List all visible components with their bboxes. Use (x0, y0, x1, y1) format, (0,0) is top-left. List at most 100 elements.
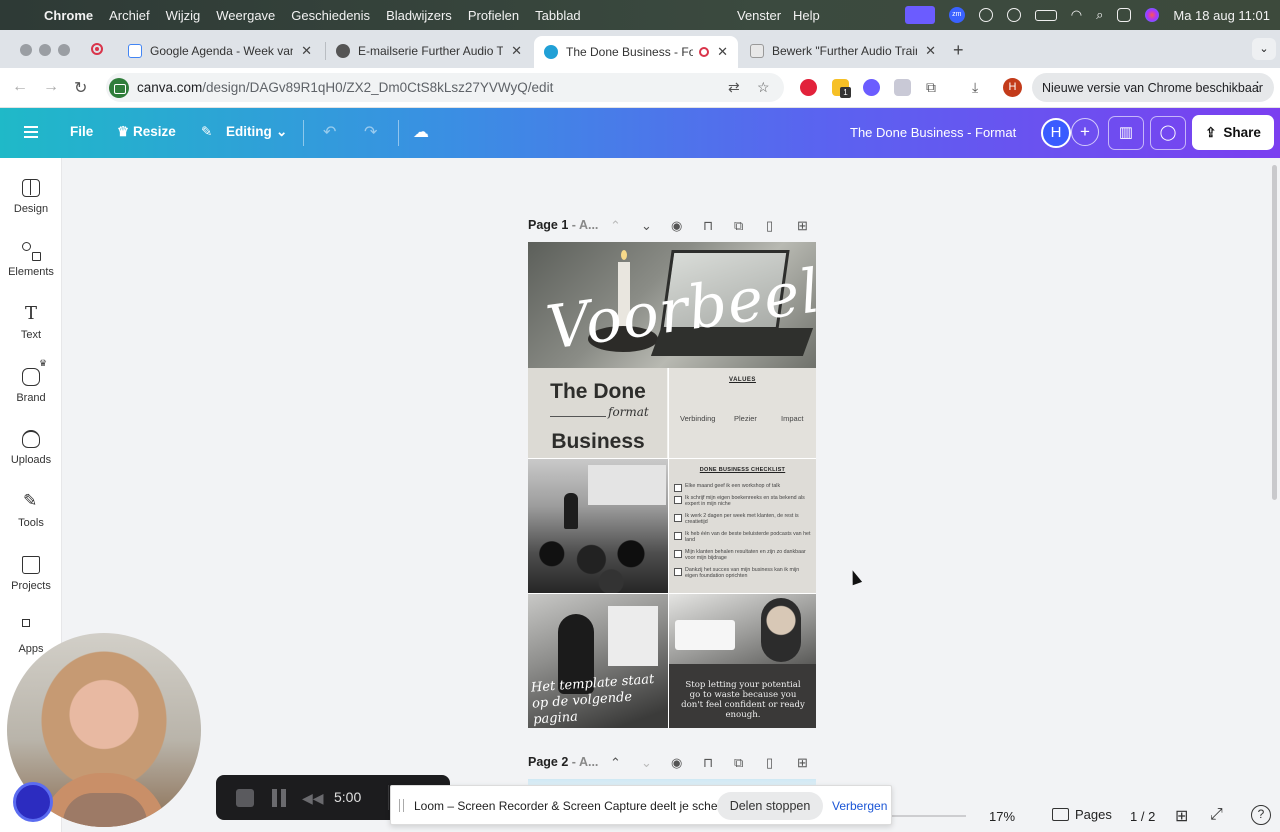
forward-icon[interactable]: → (43, 78, 59, 96)
values-block[interactable]: VALUES Verbinding Plezier Impact (669, 368, 816, 458)
brand-title-block[interactable]: The Done format Business (528, 368, 668, 458)
play-icon[interactable] (1006, 8, 1021, 22)
checklist-item[interactable]: Ik heb één van de beste beluisterde podc… (674, 531, 812, 543)
menu-item-tabblad[interactable]: Tabblad (535, 8, 581, 23)
sidebar-item-projects[interactable]: Projects (0, 556, 62, 592)
help-button[interactable]: ? (1251, 805, 1271, 825)
tab-the-done-business[interactable]: The Done Business - Form ✕ (534, 36, 738, 68)
menu-hamburger-icon[interactable] (24, 126, 38, 138)
screen-share-icon[interactable] (904, 6, 935, 24)
share-button[interactable]: ⇪ Share (1192, 115, 1274, 150)
trash-icon[interactable]: ▯ (766, 755, 773, 771)
editing-mode-button[interactable]: Editing (226, 124, 272, 139)
redo-icon[interactable]: ↷ (364, 122, 377, 142)
resize-button[interactable]: Resize (133, 124, 176, 139)
bookmark-star-icon[interactable]: ☆ (757, 79, 770, 96)
back-icon[interactable]: ← (12, 78, 28, 96)
pinterest-extension-icon[interactable] (800, 79, 817, 96)
stop-recording-icon[interactable] (236, 789, 254, 807)
hide-page-icon[interactable]: ◉ (671, 755, 682, 771)
duplicate-page-icon[interactable]: ⧉ (734, 218, 743, 234)
sidebar-item-tools[interactable]: Tools (0, 491, 62, 529)
loom-logo-icon[interactable] (13, 782, 53, 822)
add-page-icon[interactable]: ⊞ (797, 218, 808, 234)
window-close-button[interactable] (20, 44, 32, 56)
checklist-item[interactable]: Elke maand geef ik een workshop of talk (674, 483, 812, 492)
menu-item-help[interactable]: Help (793, 8, 820, 23)
photo-desk-portrait[interactable] (669, 594, 816, 664)
lock-icon[interactable]: ⊓ (703, 755, 713, 771)
sidebar-item-design[interactable]: Design (0, 179, 62, 215)
site-info-icon[interactable] (109, 77, 129, 98)
reload-icon[interactable]: ↻ (74, 78, 87, 98)
zoom-icon[interactable]: zm (948, 7, 965, 23)
close-icon[interactable]: ✕ (511, 43, 522, 59)
value-item[interactable]: Impact (781, 414, 804, 423)
window-minimize-button[interactable] (39, 44, 51, 56)
move-page-down-icon[interactable]: ⌄ (641, 755, 652, 771)
menu-item-profielen[interactable]: Profielen (468, 8, 519, 23)
quote-block[interactable]: Stop letting your potential go to waste … (669, 664, 816, 728)
translate-icon[interactable]: ⇄ (728, 79, 740, 96)
chevron-down-icon[interactable]: ⌄ (276, 124, 287, 140)
search-icon[interactable]: ⌕ (1096, 7, 1103, 23)
checklist-item[interactable]: Mijn klanten behalen resultaten en zijn … (674, 549, 812, 561)
profile-avatar[interactable]: H (1003, 78, 1022, 97)
close-icon[interactable]: ✕ (925, 43, 936, 59)
hide-page-icon[interactable]: ◉ (671, 218, 682, 234)
notes-extension-icon[interactable]: 1 (832, 79, 851, 98)
checklist-item[interactable]: Ik werk 2 dagen per week met klanten, de… (674, 513, 812, 525)
pages-button[interactable]: Pages (1052, 807, 1112, 822)
photo-laptop-candle[interactable]: Voorbeeld (528, 242, 816, 368)
url-text[interactable]: canva.com/design/DAGv89R1qH0/ZX2_Dm0CtS8… (137, 80, 553, 95)
template-script-text[interactable]: Het template staat op de volgende pagina (530, 671, 665, 728)
comment-icon[interactable]: ◯ (1150, 116, 1186, 150)
drag-handle-icon[interactable] (399, 799, 404, 812)
invite-icon[interactable]: + (1071, 118, 1099, 146)
duplicate-page-icon[interactable]: ⧉ (734, 755, 743, 771)
undo-icon[interactable]: ↶ (323, 122, 336, 142)
zoom-slider[interactable] (880, 815, 966, 817)
sidebar-item-uploads[interactable]: Uploads (0, 430, 62, 466)
menu-item-venster[interactable]: Venster (737, 8, 781, 23)
file-menu-button[interactable]: File (70, 124, 93, 139)
restart-icon[interactable]: ◀◀ (302, 790, 324, 807)
pause-icon[interactable] (272, 789, 286, 807)
page-1-title[interactable]: Page 1 - A... (528, 218, 598, 232)
sidebar-item-elements[interactable]: Elements (0, 242, 62, 278)
cloud-saved-icon[interactable]: ☁ (413, 122, 429, 142)
window-zoom-button[interactable] (58, 44, 70, 56)
values-heading[interactable]: VALUES (669, 377, 816, 383)
value-item[interactable]: Verbinding (680, 414, 715, 423)
canvas-scrollbar[interactable] (1272, 165, 1277, 500)
menu-item-wijzig[interactable]: Wijzig (166, 8, 201, 23)
trash-icon[interactable]: ▯ (766, 218, 773, 234)
checklist-item[interactable]: Ik schrijf mijn eigen boekenreeks en sta… (674, 495, 812, 507)
add-page-icon[interactable]: ⊞ (797, 755, 808, 771)
insights-chart-icon[interactable]: ▥ (1108, 116, 1144, 150)
address-bar[interactable]: canva.com/design/DAGv89R1qH0/ZX2_Dm0CtS8… (106, 73, 784, 102)
page-2-title[interactable]: Page 2 - A... (528, 755, 598, 769)
brand-title-line-1[interactable]: The Done (528, 380, 668, 404)
download-icon[interactable]: ⤓ (972, 79, 978, 96)
design-page-1[interactable]: Voorbeeld The Done format Business VALUE… (528, 242, 816, 728)
zoom-level[interactable]: 17% (989, 809, 1015, 824)
brand-title-line-2[interactable]: Business (528, 430, 668, 454)
fullscreen-icon[interactable]: ⤢ (1210, 806, 1223, 824)
code-extension-icon[interactable] (894, 79, 911, 96)
new-tab-icon[interactable]: + (953, 40, 964, 61)
photo-presenter[interactable]: Het template staat op de volgende pagina (528, 594, 668, 728)
loom-extension-icon[interactable] (863, 79, 880, 96)
lock-icon[interactable]: ⊓ (703, 218, 713, 234)
quote-text[interactable]: Stop letting your potential go to waste … (679, 680, 807, 720)
tab-bewerk-further-audio[interactable]: Bewerk "Further Audio Trainin ✕ (740, 36, 946, 66)
page-count[interactable]: 1 / 2 (1130, 809, 1155, 824)
menu-app-name[interactable]: Chrome (44, 8, 93, 23)
grid-view-icon[interactable]: ⊞ (1175, 806, 1188, 826)
more-menu-icon[interactable]: ⋮ (1251, 79, 1264, 95)
move-page-up-icon[interactable]: ⌃ (610, 218, 621, 234)
wifi-icon[interactable]: ◠ (1071, 7, 1082, 23)
close-icon[interactable]: ✕ (301, 43, 312, 59)
tab-google-agenda[interactable]: Google Agenda - Week van 1 ✕ (118, 36, 322, 66)
close-icon[interactable]: ✕ (717, 44, 728, 60)
